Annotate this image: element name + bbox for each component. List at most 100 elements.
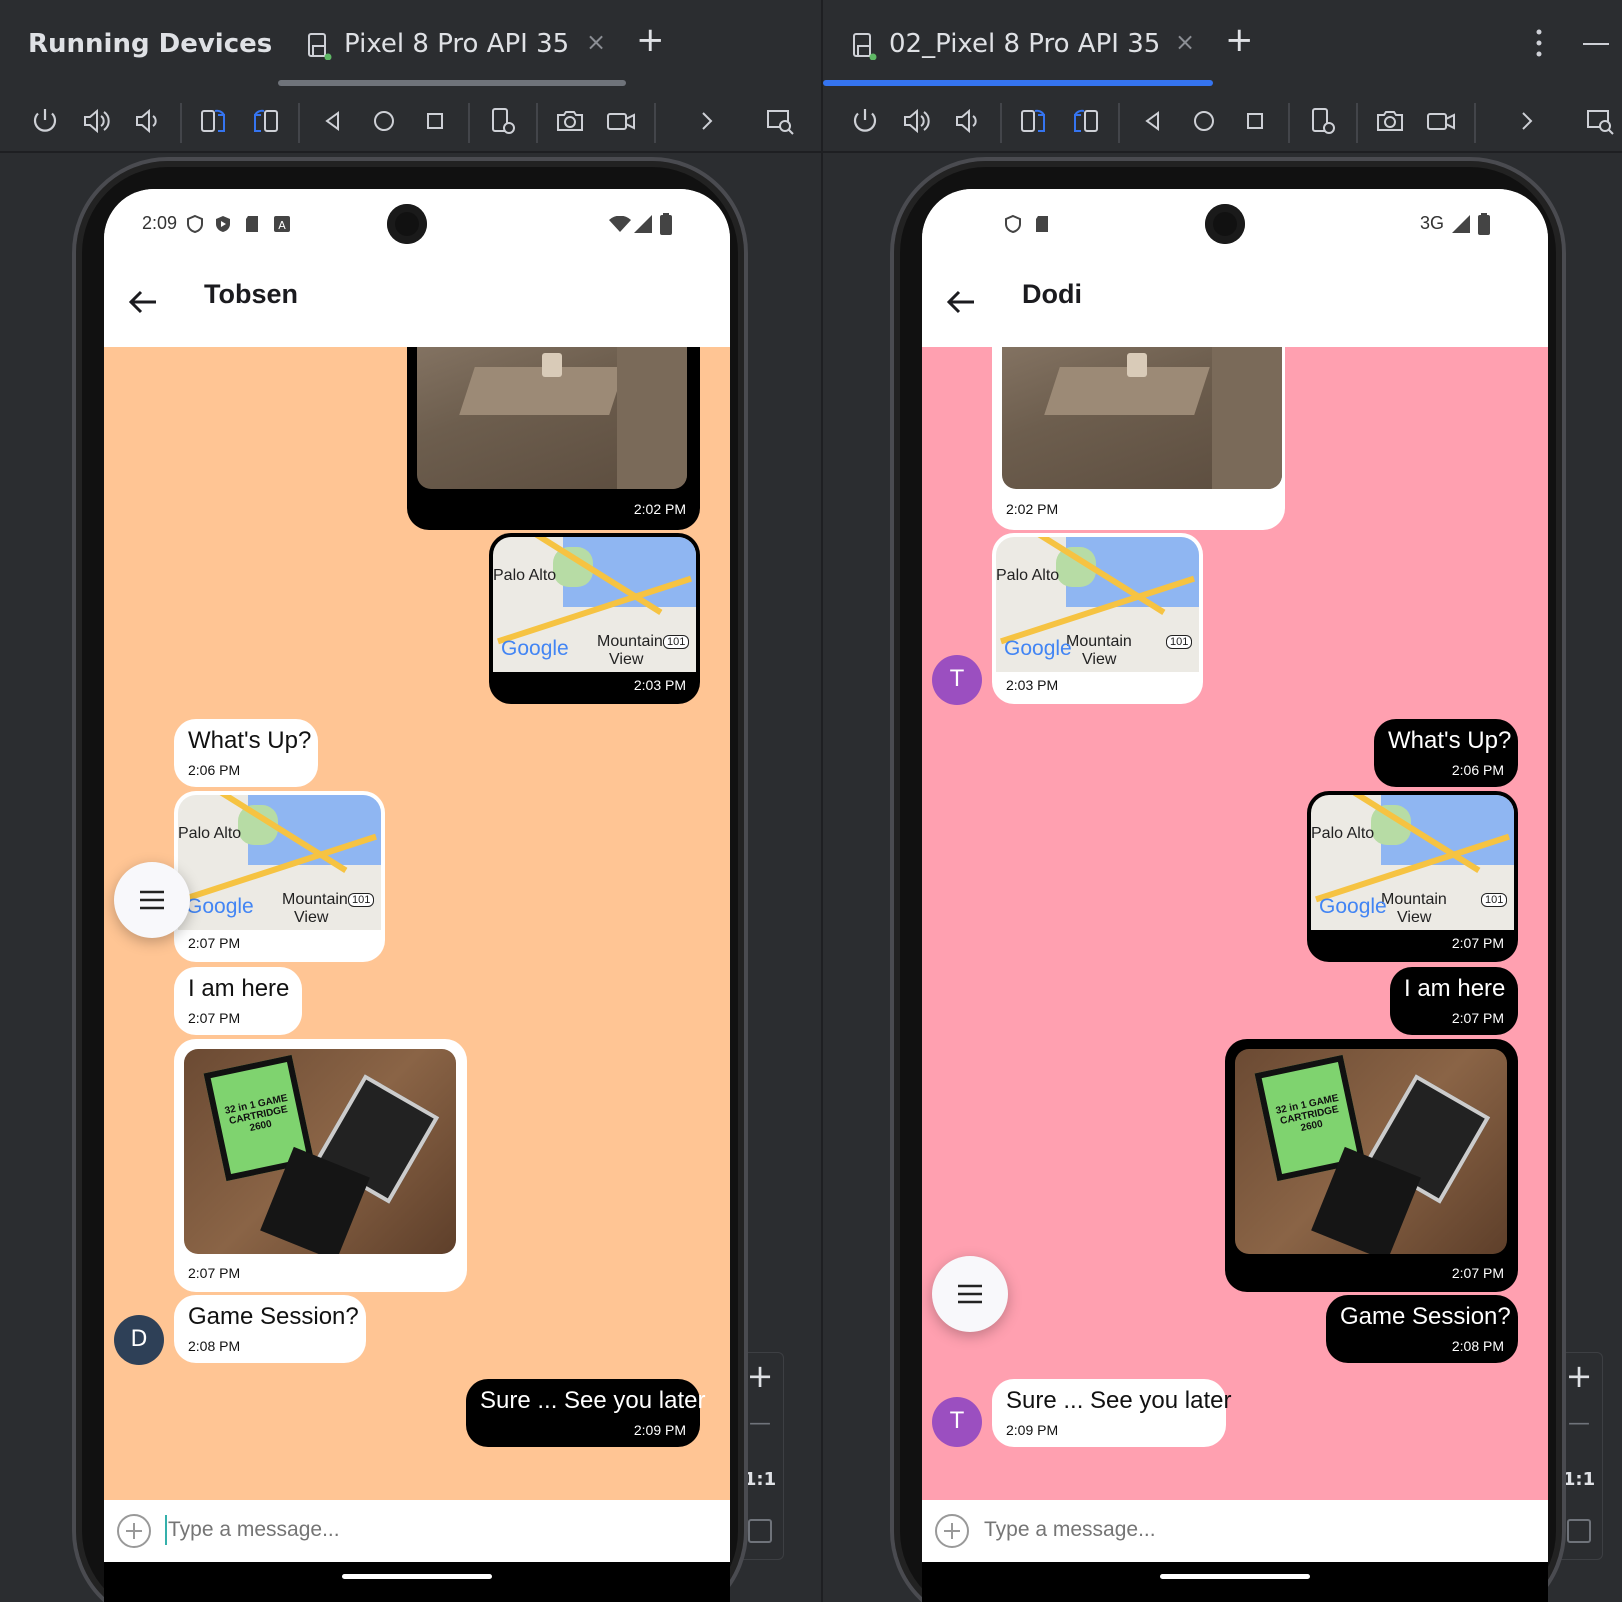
google-logo: Google xyxy=(1319,895,1387,918)
record-icon[interactable] xyxy=(605,105,637,137)
rotate-left-icon[interactable] xyxy=(198,105,230,137)
power-icon[interactable] xyxy=(29,105,61,137)
gesture-nav-bar xyxy=(104,1562,730,1602)
map-label: Mountain xyxy=(1381,891,1447,908)
route-shield: 101 xyxy=(1481,893,1508,907)
minimize-icon[interactable] xyxy=(1583,43,1609,45)
toolbar-separator xyxy=(536,103,538,143)
menu-fab[interactable] xyxy=(932,1256,1008,1332)
message-time: 2:09 PM xyxy=(1006,1422,1059,1438)
tab-pixel8pro[interactable]: Pixel 8 Pro API 35 xyxy=(306,22,569,66)
device-icon xyxy=(853,33,877,60)
close-icon[interactable]: × xyxy=(1175,28,1195,56)
device-settings-icon[interactable] xyxy=(487,105,519,137)
menu-fab[interactable] xyxy=(114,862,190,938)
message-input[interactable] xyxy=(168,1512,708,1548)
message-text-bubble[interactable]: Game Session? 2:08 PM xyxy=(174,1295,366,1363)
record-icon[interactable] xyxy=(1425,105,1457,137)
home-gesture-pill[interactable] xyxy=(342,1574,492,1579)
chat-area: 2:02 PM Palo Alto Mountain View Google 1… xyxy=(922,347,1548,1500)
more-options-icon[interactable] xyxy=(1534,28,1544,58)
message-time: 2:02 PM xyxy=(633,501,686,517)
message-text-bubble[interactable]: Sure ... See you later 2:09 PM xyxy=(992,1379,1231,1447)
more-tools-chevron-icon[interactable] xyxy=(1511,105,1543,137)
add-attachment-icon[interactable] xyxy=(116,1513,152,1549)
rotate-left-icon[interactable] xyxy=(1018,105,1050,137)
message-image-bubble[interactable]: 2:02 PM xyxy=(407,347,700,530)
screenshot-icon[interactable] xyxy=(1374,105,1406,137)
avatar[interactable]: T xyxy=(932,1397,982,1447)
message-map-bubble[interactable]: Palo Alto Mountain View Google 101 2:07 … xyxy=(174,791,385,962)
volume-down-icon[interactable] xyxy=(951,105,983,137)
message-time: 2:07 PM xyxy=(188,1265,241,1281)
back-arrow-icon[interactable] xyxy=(944,285,978,319)
inspect-layout-icon[interactable] xyxy=(764,105,796,137)
add-attachment-icon[interactable] xyxy=(934,1513,970,1549)
add-tab-button[interactable]: + xyxy=(636,20,665,60)
avatar[interactable]: D xyxy=(114,1315,164,1365)
map-label: View xyxy=(294,909,329,926)
close-icon[interactable]: × xyxy=(586,28,606,56)
sofa-shape xyxy=(617,347,687,489)
device-settings-icon[interactable] xyxy=(1307,105,1339,137)
right-device-panel: 02_Pixel 8 Pro API 35 × + + — 1:1 3G Dod… xyxy=(823,0,1622,1602)
back-icon[interactable] xyxy=(1137,105,1169,137)
rotate-right-icon[interactable] xyxy=(249,105,281,137)
power-icon[interactable] xyxy=(849,105,881,137)
overview-icon[interactable] xyxy=(1239,105,1271,137)
tab-label: 02_Pixel 8 Pro API 35 xyxy=(889,29,1161,59)
message-map-bubble[interactable]: Palo Alto Mountain View Google 101 2:07 … xyxy=(1307,791,1518,962)
camera-cutout xyxy=(1205,204,1245,244)
zoom-fit-icon[interactable] xyxy=(1567,1519,1591,1543)
avatar[interactable]: T xyxy=(932,655,982,705)
home-icon[interactable] xyxy=(1188,105,1220,137)
rotate-right-icon[interactable] xyxy=(1069,105,1101,137)
message-time: 2:08 PM xyxy=(1451,1338,1504,1354)
zoom-fit-icon[interactable] xyxy=(748,1519,772,1543)
message-time: 2:07 PM xyxy=(1451,935,1504,951)
map-thumbnail: Palo Alto Mountain View Google 101 xyxy=(996,537,1199,672)
inspect-layout-icon[interactable] xyxy=(1584,105,1616,137)
message-text-bubble[interactable]: Sure ... See you later 2:09 PM xyxy=(466,1379,705,1447)
home-icon[interactable] xyxy=(368,105,400,137)
overview-icon[interactable] xyxy=(419,105,451,137)
home-gesture-pill[interactable] xyxy=(1160,1574,1310,1579)
volume-down-icon[interactable] xyxy=(131,105,163,137)
wifi-icon xyxy=(609,216,631,232)
screenshot-icon[interactable] xyxy=(554,105,586,137)
back-icon[interactable] xyxy=(317,105,349,137)
sd-card-icon xyxy=(1036,216,1048,232)
a-icon: A xyxy=(274,216,290,232)
room-photo xyxy=(417,347,687,489)
message-text: What's Up? xyxy=(188,727,312,754)
more-tools-chevron-icon[interactable] xyxy=(691,105,723,137)
device-icon xyxy=(308,33,332,60)
message-text-bubble[interactable]: What's Up? 2:06 PM xyxy=(174,719,318,787)
shield-icon xyxy=(187,214,203,234)
map-label: View xyxy=(1397,909,1432,926)
volume-up-icon[interactable] xyxy=(80,105,112,137)
back-arrow-icon[interactable] xyxy=(126,285,160,319)
route-shield: 101 xyxy=(1166,635,1193,649)
message-map-bubble[interactable]: Palo Alto Mountain View Google 101 2:03 … xyxy=(489,533,700,704)
message-time: 2:07 PM xyxy=(188,935,241,951)
tab-02-pixel8pro[interactable]: 02_Pixel 8 Pro API 35 xyxy=(851,22,1160,66)
message-time: 2:03 PM xyxy=(1006,677,1059,693)
message-time: 2:07 PM xyxy=(188,1010,241,1026)
message-text-bubble[interactable]: I am here 2:07 PM xyxy=(1390,967,1518,1035)
battery-icon xyxy=(660,213,672,235)
phone-frame: 2:09 A Tobsen 2:02 PM Palo Alto Mountain… xyxy=(72,157,748,1602)
message-input[interactable] xyxy=(984,1512,1524,1548)
map-label: Mountain xyxy=(1066,633,1132,650)
message-text-bubble[interactable]: What's Up? 2:06 PM xyxy=(1374,719,1518,787)
message-text: Game Session? xyxy=(1340,1303,1511,1330)
add-tab-button[interactable]: + xyxy=(1225,20,1254,60)
message-text-bubble[interactable]: Game Session? 2:08 PM xyxy=(1326,1295,1518,1363)
message-image-bubble[interactable]: 32 in 1 GAME CARTRIDGE 2600 2:07 PM xyxy=(174,1039,467,1292)
message-map-bubble[interactable]: Palo Alto Mountain View Google 101 2:03 … xyxy=(992,533,1203,704)
message-image-bubble[interactable]: 32 in 1 GAME CARTRIDGE 2600 2:07 PM xyxy=(1225,1039,1518,1292)
message-text-bubble[interactable]: I am here 2:07 PM xyxy=(174,967,302,1035)
volume-up-icon[interactable] xyxy=(900,105,932,137)
message-text: Sure ... See you later xyxy=(1006,1387,1232,1414)
message-image-bubble[interactable]: 2:02 PM xyxy=(992,347,1285,530)
